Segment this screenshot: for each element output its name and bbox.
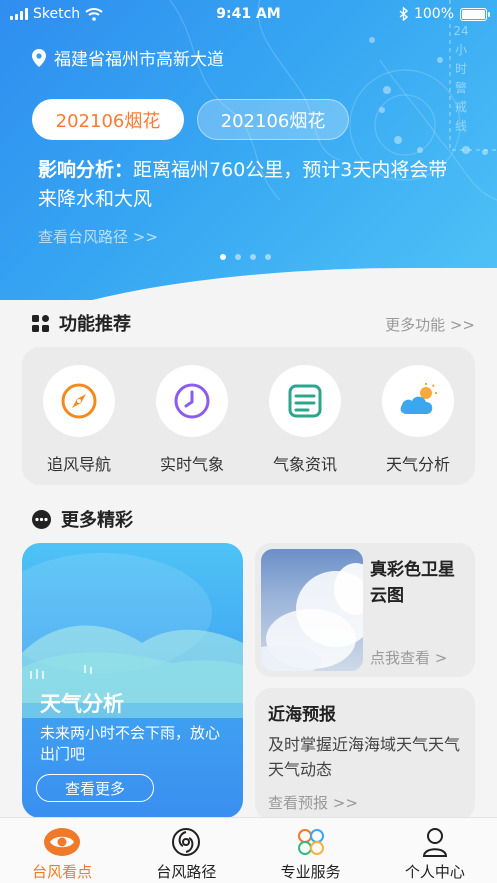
location-row[interactable]: 福建省福州市高新大道: [32, 45, 224, 70]
feature-label: 追风导航: [46, 455, 111, 474]
news-icon: [269, 365, 341, 437]
impact-analysis: 影响分析：距离福州760公里，预计3天内将会带来降水和大风: [38, 156, 458, 214]
typhoon-tab[interactable]: 202106烟花: [197, 99, 349, 140]
bluetooth-icon: [399, 7, 408, 21]
carousel-dot: [220, 254, 226, 260]
satellite-card[interactable]: 真彩色卫星云图 点我查看 >: [255, 543, 475, 677]
tab-typhoon-path[interactable]: 台风路径: [124, 818, 248, 883]
map-label: 小: [454, 43, 467, 57]
grid-icon: [32, 314, 49, 332]
carousel-dot: [250, 254, 256, 260]
features-title: 功能推荐: [59, 314, 131, 335]
tab-label: 台风路径: [156, 863, 217, 881]
compass-icon: [43, 365, 115, 437]
offshore-forecast-card[interactable]: 近海预报 及时掌握近海海域天气天气天气动态 查看预报 >>: [255, 688, 475, 820]
tab-professional-service[interactable]: 专业服务: [249, 818, 373, 883]
satellite-image: [261, 549, 363, 671]
typhoon-tab-active[interactable]: 202106烟花: [32, 99, 184, 140]
view-route-link[interactable]: 查看台风路径 >>: [38, 226, 158, 247]
map-label: 时: [454, 62, 467, 76]
map-label: 警: [454, 81, 467, 95]
more-header: 更多精彩: [32, 506, 133, 532]
feature-label: 气象资讯: [272, 455, 337, 474]
satellite-title: 真彩色卫星云图: [370, 560, 455, 606]
more-features-link[interactable]: 更多功能 >>: [385, 314, 475, 335]
typhoon-hero: 24 小 时 警 戒 线 Sketch 9:41 AM 100% 福建省福州市高…: [0, 0, 497, 300]
map-label: 戒: [454, 100, 467, 114]
status-right: 100%: [399, 6, 490, 22]
sea-title: 近海预报: [268, 705, 336, 725]
more-title: 更多精彩: [61, 510, 133, 531]
sea-desc: 及时掌握近海海域天气天气天气动态: [268, 735, 461, 779]
tab-label: 专业服务: [280, 863, 341, 881]
map-label: 线: [454, 119, 467, 133]
tab-label: 个人中心: [404, 863, 465, 881]
battery-percent: 100%: [413, 6, 454, 22]
feature-label: 实时气象: [159, 455, 224, 474]
weather-card-desc: 未来两小时不会下雨，放心出门吧: [40, 724, 221, 763]
feature-weather-news[interactable]: 气象资讯: [255, 365, 355, 475]
typhoon-icon: [171, 827, 201, 857]
location-text: 福建省福州市高新大道: [54, 50, 224, 70]
tab-typhoon-highlights[interactable]: 台风看点: [0, 818, 124, 883]
feature-label: 天气分析: [385, 455, 450, 474]
tab-bar: 台风看点 台风路径 专业服务 个人中心: [0, 817, 497, 883]
tab-label: 台风看点: [32, 863, 93, 881]
weather-card-title: 天气分析: [40, 692, 124, 716]
carousel-indicator: [220, 254, 271, 260]
features-header: 功能推荐: [32, 310, 131, 336]
person-icon: [422, 827, 448, 857]
satellite-view-link[interactable]: 点我查看 >: [370, 647, 447, 668]
more-dots-icon: [32, 509, 51, 529]
weather-icon: [382, 365, 454, 437]
sea-forecast-link[interactable]: 查看预报 >>: [268, 792, 358, 813]
weather-analysis-card[interactable]: 天气分析 未来两小时不会下雨，放心出门吧 查看更多: [22, 543, 243, 818]
location-pin-icon: [32, 48, 46, 67]
tab-personal-center[interactable]: 个人中心: [373, 818, 497, 883]
carousel-dot: [265, 254, 271, 260]
feature-wind-navigation[interactable]: 追风导航: [29, 365, 129, 475]
status-bar: Sketch 9:41 AM 100%: [0, 0, 497, 30]
battery-icon: [460, 7, 490, 21]
view-more-button[interactable]: 查看更多: [36, 774, 154, 802]
carousel-dot: [235, 254, 241, 260]
flower-icon: [296, 827, 326, 857]
features-card: 追风导航 实时气象 气象资讯 天气分析: [22, 347, 475, 485]
feature-weather-analysis[interactable]: 天气分析: [368, 365, 468, 475]
clock-icon: [156, 365, 228, 437]
eye-icon: [43, 827, 81, 857]
warning-line-label: 24 小 时 警 戒 线: [452, 22, 470, 136]
feature-realtime-weather[interactable]: 实时气象: [142, 365, 242, 475]
impact-label: 影响分析：: [38, 159, 134, 181]
